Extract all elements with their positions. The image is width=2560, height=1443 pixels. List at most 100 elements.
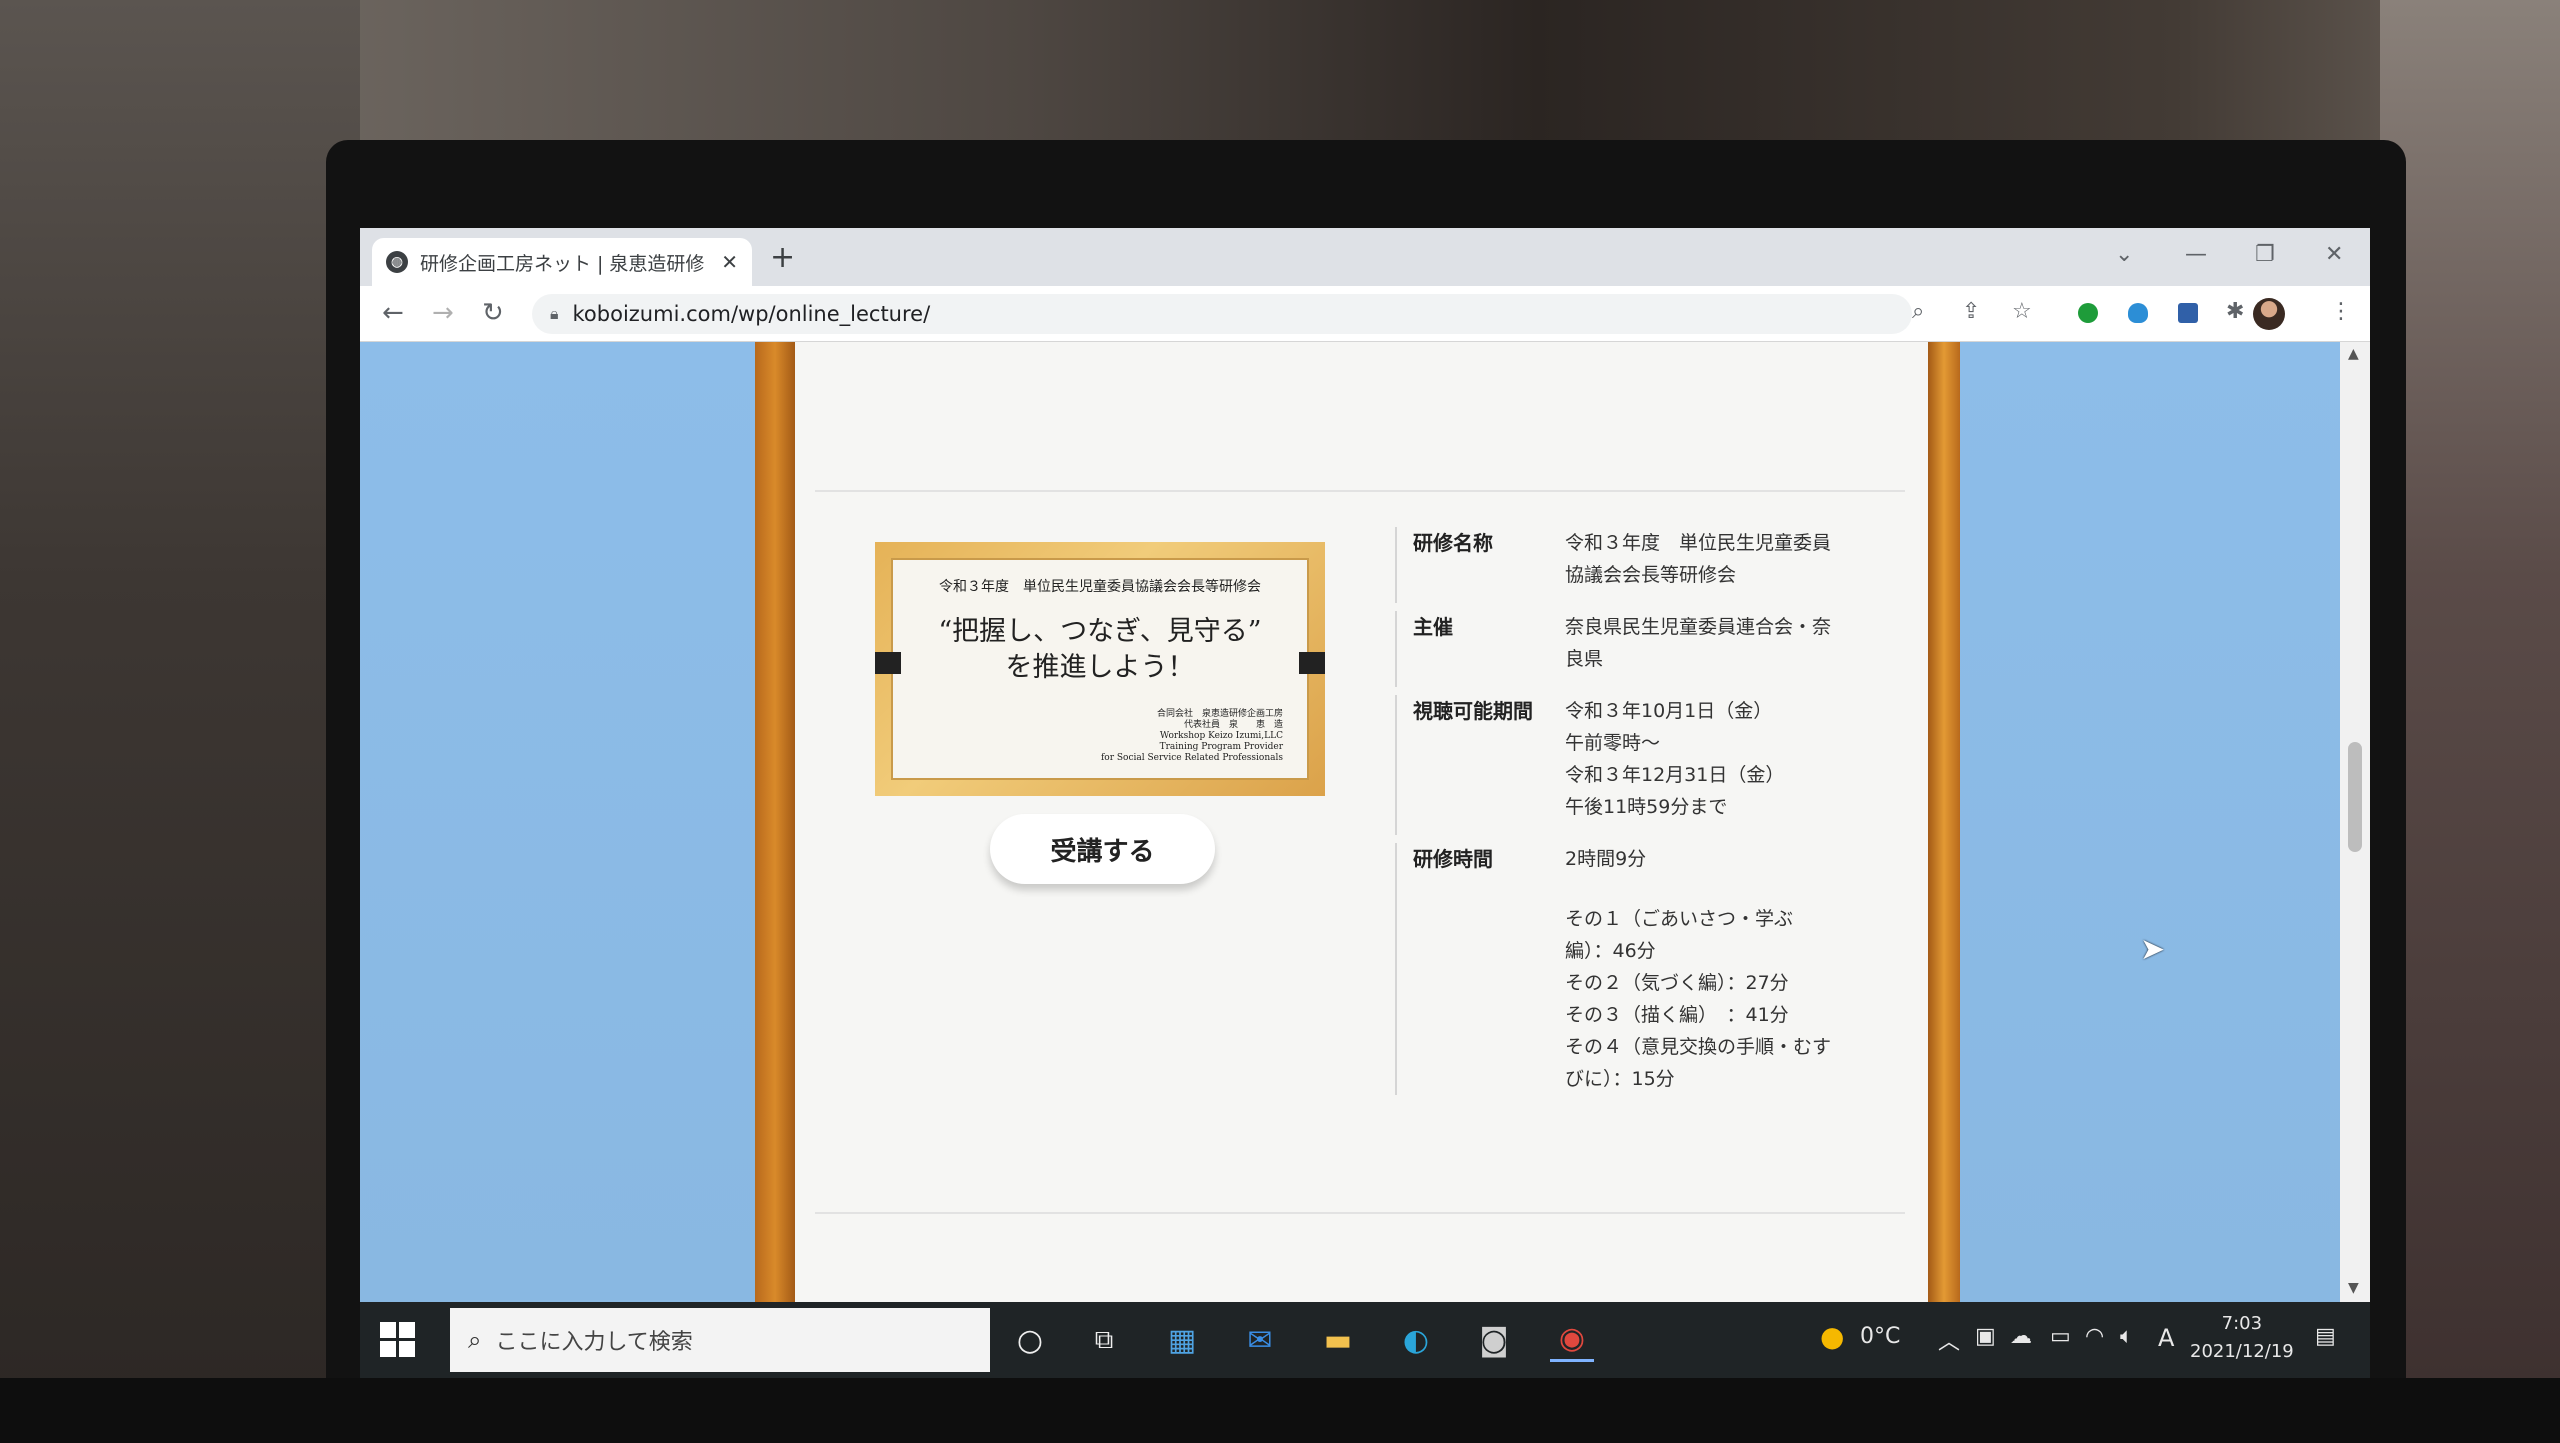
info-value-line: その４（意見交換の手順・むす [1565,1036,1832,1058]
lock-icon: 🔒︎ [550,304,559,323]
close-window-icon[interactable]: ✕ [2325,242,2343,267]
thumbnail-foot-line: for Social Service Related Professionals [1100,753,1283,763]
info-value: 奈良県民生児童委員連合会・奈 良県 [1565,611,1895,695]
chrome-icon[interactable]: ◉ [1550,1318,1594,1362]
scroll-thumb[interactable] [2348,742,2362,852]
globe-icon: ◍ [386,251,408,273]
info-value-line: 編）：46分 [1565,940,1656,962]
row-divider [1395,843,1397,1095]
notification-icon[interactable]: ▤ [2315,1324,2336,1349]
taskbar-clock[interactable]: 7:03 2021/12/19 [2190,1310,2294,1366]
page-background-left [360,342,755,1302]
divider [815,490,1905,492]
more-menu-icon[interactable]: ⋮ [2330,299,2352,324]
thumbnail-main-title: “把握し、つなぎ、見守る” を推進しよう！ [893,614,1307,686]
info-label: 研修時間 [1413,847,1493,871]
address-bar[interactable]: 🔒︎ koboizumi.com/wp/online_lecture/ [532,294,1912,334]
info-row-period: 視聴可能期間 令和３年10月1日（金） 午前零時～ 令和３年12月31日（金） … [1395,695,1905,843]
reload-icon[interactable]: ↻ [482,298,504,328]
thumbnail-title-line-1: “把握し、つなぎ、見守る” [938,616,1262,647]
room-background-left [0,0,360,1443]
extension-green-icon[interactable] [2078,303,2098,323]
close-tab-icon[interactable]: ✕ [721,250,738,274]
wifi-icon[interactable]: ◠ [2085,1324,2104,1349]
info-label: 主催 [1413,615,1453,639]
room-background-top [0,0,2560,150]
info-value: 2時間9分 その１（ごあいさつ・学ぶ 編）：46分 その２（気づく編）：27分 … [1565,843,1895,1103]
divider [815,1212,1905,1214]
bookmark-star-icon[interactable]: ☆ [2012,299,2032,324]
info-value: 令和３年度 単位民生児童委員 協議会会長等研修会 [1565,527,1895,611]
battery-icon[interactable]: ▭ [2050,1324,2071,1349]
share-icon[interactable]: ⇪ [1962,299,1980,324]
thumbnail-foot-line: Workshop Keizo Izumi,LLC [1159,731,1283,741]
binder-clip-right [1299,652,1325,674]
vertical-scrollbar[interactable]: ▲ ▼ [2340,342,2370,1302]
extensions-puzzle-icon[interactable]: ✱ [2226,299,2244,324]
store-icon[interactable]: ▦ [1160,1318,1204,1362]
clock-time: 7:03 [2221,1313,2263,1334]
meet-now-icon[interactable]: ▣ [1975,1324,1996,1349]
clock-date: 2021/12/19 [2190,1341,2294,1362]
info-row-title: 研修名称 令和３年度 単位民生児童委員 協議会会長等研修会 [1395,527,1905,611]
onedrive-icon[interactable]: ☁ [2010,1324,2032,1349]
url-text: koboizumi.com/wp/online_lecture/ [572,302,931,326]
lecture-thumbnail[interactable]: 令和３年度 単位民生児童委員協議会会長等研修会 “把握し、つなぎ、見守る” を推… [875,542,1325,796]
row-divider [1395,695,1397,835]
laptop-base [0,1378,2560,1443]
laptop-screen: ◍ 研修企画工房ネット | 泉恵造研修 ✕ + ⌄ — ❐ ✕ ← → ↻ 🔒︎… [360,228,2370,1378]
browser-toolbar: ← → ↻ 🔒︎ koboizumi.com/wp/online_lecture… [360,286,2370,342]
info-value-line: 午前零時～ [1565,732,1661,754]
thumbnail-slide: 令和３年度 単位民生児童委員協議会会長等研修会 “把握し、つなぎ、見守る” を推… [891,558,1309,780]
file-explorer-icon[interactable]: ▬ [1316,1318,1360,1362]
wood-border-right [1928,342,1960,1302]
room-background-right [2380,0,2560,1443]
info-value: 令和３年10月1日（金） 午前零時～ 令和３年12月31日（金） 午後11時59… [1565,695,1895,843]
cortana-icon[interactable]: ○ [1008,1318,1052,1362]
binder-clip-left [875,652,901,674]
info-label: 視聴可能期間 [1413,699,1533,723]
taskbar-search-box[interactable]: ⌕ ここに入力して検索 [450,1308,990,1372]
task-view-icon[interactable]: ⧉ [1082,1318,1126,1362]
windows-taskbar: ⌕ ここに入力して検索 ○ ⧉ ▦ ✉ ▬ ◐ ◙ ◉ ● 0°C ︿ ▣ ☁ … [360,1302,2370,1378]
info-value-line: 2時間9分 [1565,848,1647,870]
camera-icon[interactable]: ◙ [1472,1318,1516,1362]
thumbnail-title-line-2: を推進しよう！ [1005,652,1195,683]
take-lecture-button[interactable]: 受講する [990,814,1215,884]
forward-icon[interactable]: → [432,298,454,328]
zoom-icon[interactable]: ⌕ [1912,299,1924,324]
restore-icon[interactable]: ❐ [2255,242,2275,267]
profile-avatar[interactable] [2253,298,2285,330]
thumbnail-footer: 合同会社 泉恵造研修企画工房 代表社員 泉 恵 造 Workshop Keizo… [1101,709,1283,764]
back-icon[interactable]: ← [382,298,404,328]
info-row-duration: 研修時間 2時間9分 その１（ごあいさつ・学ぶ 編）：46分 その２（気づく編）… [1395,843,1905,1103]
tab-search-icon[interactable]: ⌄ [2115,242,2133,267]
weather-temperature[interactable]: 0°C [1860,1324,1900,1349]
info-value-line: その３（描く編） ：41分 [1565,1004,1789,1026]
info-value-line: 良県 [1565,648,1604,670]
windows-start-icon[interactable] [380,1322,416,1358]
browser-tab-active[interactable]: ◍ 研修企画工房ネット | 泉恵造研修 ✕ [372,238,752,286]
new-tab-button[interactable]: + [770,240,795,275]
cloud-extension-icon[interactable] [2128,303,2148,323]
info-value-line: 奈良県民生児童委員連合会・奈 [1565,616,1832,638]
mail-icon[interactable]: ✉ [1238,1318,1282,1362]
ime-indicator[interactable]: A [2158,1324,2174,1352]
info-value-line: 令和３年度 単位民生児童委員 [1565,532,1832,554]
edge-icon[interactable]: ◐ [1394,1318,1438,1362]
browser-tab-strip: ◍ 研修企画工房ネット | 泉恵造研修 ✕ + ⌄ — ❐ ✕ [360,228,2370,286]
weather-sun-icon[interactable]: ● [1820,1320,1844,1353]
page-background-right [1960,342,2340,1302]
extension-blue-icon[interactable] [2178,303,2198,323]
row-divider [1395,527,1397,603]
scroll-up-arrow-icon[interactable]: ▲ [2348,346,2359,362]
row-divider [1395,611,1397,687]
minimize-icon[interactable]: — [2185,242,2207,267]
tray-chevron-icon[interactable]: ︿ [1938,1324,1960,1356]
volume-icon[interactable]: 🔈︎ [2120,1324,2133,1349]
info-value-line: 令和３年12月31日（金） [1565,764,1785,786]
info-value-line: 午後11時59分まで [1565,796,1728,818]
search-icon: ⌕ [468,1326,482,1354]
scroll-down-arrow-icon[interactable]: ▼ [2348,1280,2359,1296]
info-value-line: その１（ごあいさつ・学ぶ [1565,908,1794,930]
